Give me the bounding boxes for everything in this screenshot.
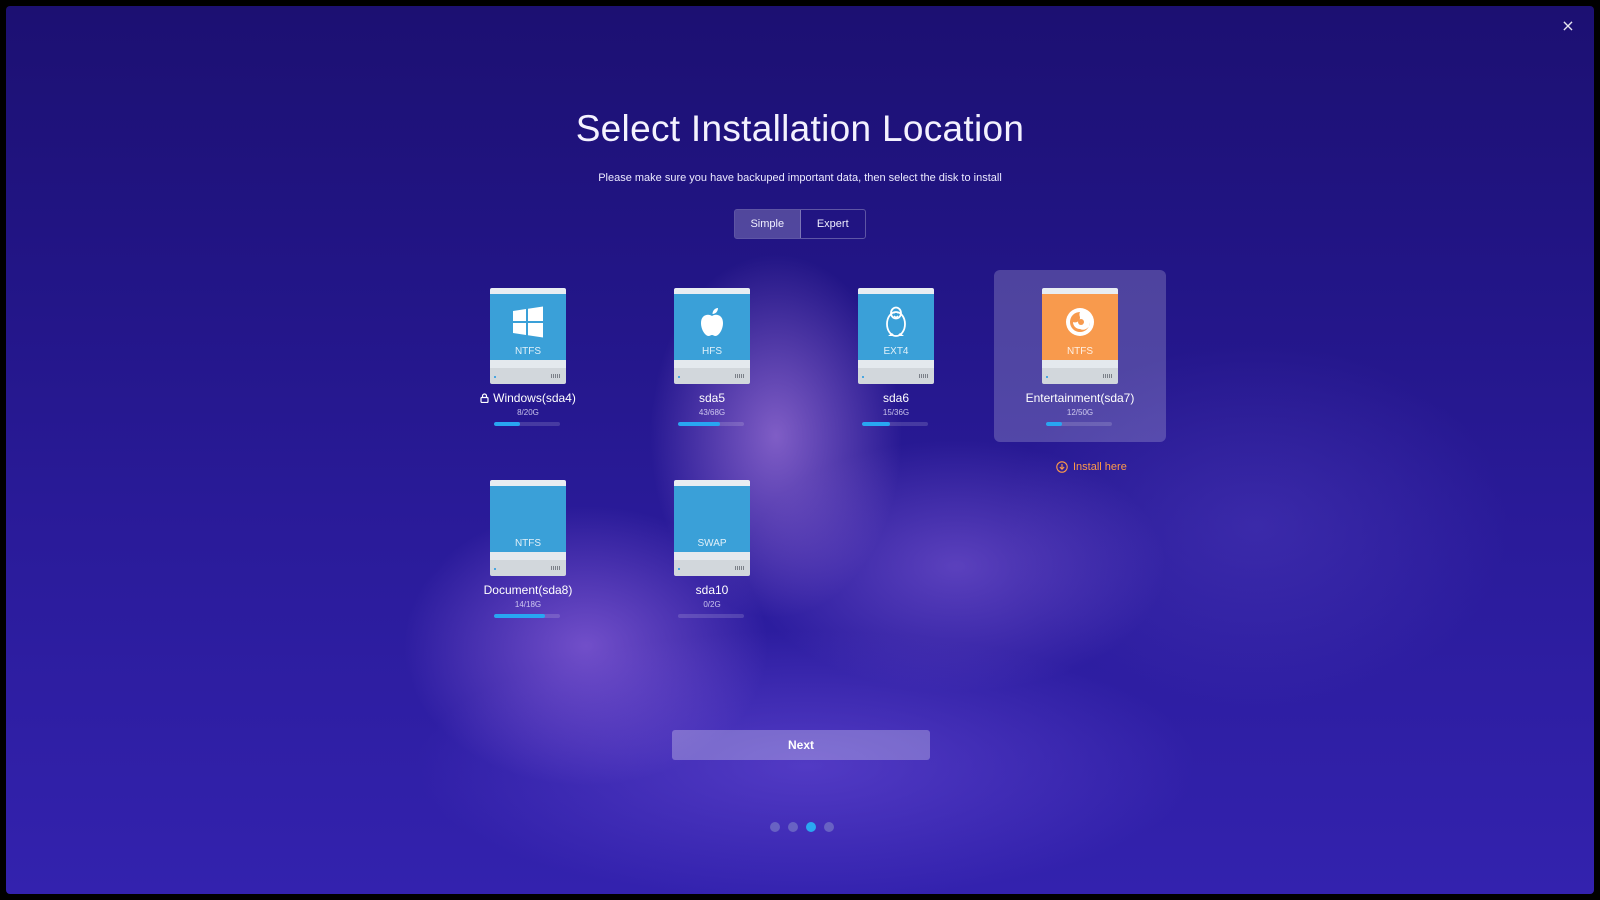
next-button[interactable]: Next: [672, 730, 930, 760]
disk-name: Windows(sda4): [442, 391, 614, 405]
step-indicator: [770, 822, 834, 832]
usage-bar: [678, 614, 744, 618]
disk-sda10[interactable]: SWAP sda10 0/2G: [626, 462, 798, 634]
disk-size: 43/68G: [698, 408, 726, 417]
filesystem-label: EXT4: [883, 346, 909, 357]
apple-logo-icon: [701, 308, 723, 336]
disk-document-sda8[interactable]: NTFS Document(sda8) 14/18G: [442, 462, 614, 634]
disk-windows-sda4[interactable]: NTFS Windows(sda4) 8/20G: [442, 270, 614, 442]
linux-tux-icon: [886, 306, 906, 337]
disk-entertainment-sda7[interactable]: NTFS Entertainment(sda7) 12/50G: [994, 270, 1166, 442]
usage-bar: [494, 614, 560, 618]
close-button[interactable]: ×: [1556, 14, 1580, 38]
disk-size: 15/36G: [882, 408, 910, 417]
page-subtitle: Please make sure you have backuped impor…: [598, 172, 1002, 184]
disk-size: 8/20G: [517, 408, 539, 417]
disk-name: Entertainment(sda7): [1025, 391, 1135, 405]
usage-fill: [862, 422, 890, 426]
close-icon: ×: [1561, 16, 1575, 35]
drive-graphic: SWAP: [674, 480, 750, 576]
disk-name: sda5: [698, 391, 726, 405]
expert-mode-button[interactable]: Expert: [801, 210, 866, 238]
usage-fill: [494, 614, 546, 618]
disk-name: sda10: [695, 583, 729, 597]
usage-bar: [678, 422, 744, 426]
filesystem-label: NTFS: [514, 538, 542, 549]
installer-window: × Select Installation Location Please ma…: [6, 6, 1594, 894]
drive-graphic: NTFS: [490, 288, 566, 384]
usage-fill: [1046, 422, 1062, 426]
usage-fill: [678, 422, 720, 426]
drive-graphic: NTFS: [490, 480, 566, 576]
drive-graphic: NTFS: [1042, 288, 1118, 384]
disk-size: 0/2G: [703, 600, 721, 609]
mode-switch: Simple Expert: [734, 209, 866, 239]
drive-graphic: EXT4: [858, 288, 934, 384]
disk-name: sda6: [882, 391, 910, 405]
filesystem-label: SWAP: [697, 538, 727, 549]
filesystem-label: NTFS: [1066, 346, 1094, 357]
disk-sda5[interactable]: HFS sda5 43/68G: [626, 270, 798, 442]
step-dot-3[interactable]: [806, 822, 816, 832]
step-dot-1[interactable]: [770, 822, 780, 832]
disk-size: 14/18G: [514, 600, 542, 609]
page-title: Select Installation Location: [575, 108, 1025, 149]
windows-logo-icon: [513, 306, 543, 338]
step-dot-4[interactable]: [824, 822, 834, 832]
disk-name: Document(sda8): [483, 583, 573, 597]
deepin-logo-icon: [1066, 308, 1094, 336]
step-dot-2[interactable]: [788, 822, 798, 832]
disk-size: 12/50G: [1066, 408, 1094, 417]
usage-bar: [494, 422, 560, 426]
disk-name-label: Windows(sda4): [493, 391, 576, 405]
lock-icon: [480, 393, 489, 403]
download-circle-icon: [1056, 461, 1068, 473]
filesystem-label: NTFS: [514, 346, 542, 357]
drive-graphic: HFS: [674, 288, 750, 384]
usage-bar: [1046, 422, 1112, 426]
install-here-label: Install here: [1073, 461, 1127, 473]
usage-bar: [862, 422, 928, 426]
install-here-indicator[interactable]: Install here: [1056, 461, 1127, 473]
filesystem-label: HFS: [702, 346, 722, 357]
usage-fill: [494, 422, 521, 426]
simple-mode-button[interactable]: Simple: [735, 210, 801, 238]
disk-sda6[interactable]: EXT4 sda6 15/36G: [810, 270, 982, 442]
